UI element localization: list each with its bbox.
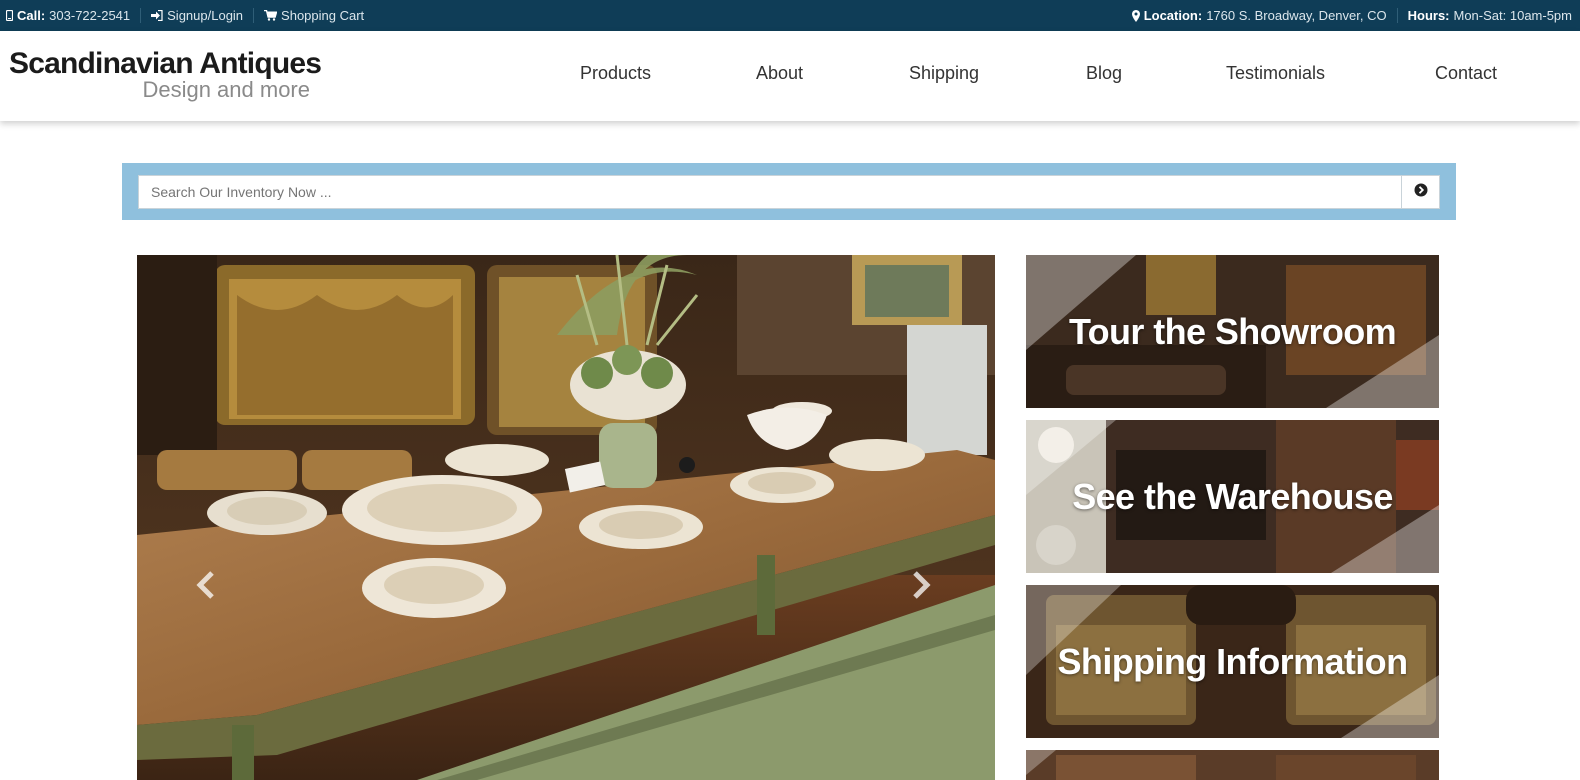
nav-testimonials[interactable]: Testimonials (1226, 63, 1325, 84)
tile-see-warehouse[interactable]: See the Warehouse (1026, 420, 1439, 573)
inventory-search-input[interactable] (138, 175, 1402, 209)
fourth-tile-photo (1026, 750, 1439, 780)
sign-in-icon (151, 10, 163, 21)
location-label: Location: (1143, 8, 1203, 23)
signup-login-link[interactable]: Signup/Login (140, 8, 253, 23)
carousel-next-button[interactable] (906, 565, 936, 605)
logo-tagline: Design and more (142, 77, 310, 102)
nav-contact[interactable]: Contact (1435, 63, 1497, 84)
call-label: Call: (17, 8, 46, 23)
signup-login-label: Signup/Login (167, 8, 244, 23)
main-navigation: Products About Shipping Blog Testimonial… (580, 63, 1580, 93)
location-info: Location: 1760 S. Broadway, Denver, CO (1131, 8, 1397, 23)
chevron-circle-right-icon (1414, 183, 1428, 202)
phone-number: 303-722-2541 (49, 8, 131, 23)
mobile-phone-icon (6, 10, 13, 21)
nav-shipping[interactable]: Shipping (909, 63, 979, 84)
shopping-cart-link[interactable]: Shopping Cart (253, 8, 364, 23)
location-address: 1760 S. Broadway, Denver, CO (1206, 8, 1387, 23)
chevron-left-icon (191, 571, 221, 609)
logo-title: Scandinavian Antiques (9, 47, 322, 80)
top-bar-left: Call: 303-722-2541 Signup/Login Shopping… (6, 8, 364, 23)
tile-label: Shipping Information (1057, 640, 1409, 682)
tile-tour-showroom[interactable]: Tour the Showroom (1026, 255, 1439, 408)
hours-label: Hours: (1407, 8, 1450, 23)
hero-slide-image (137, 255, 995, 780)
call-link[interactable]: Call: 303-722-2541 (6, 8, 140, 23)
tile-label: Tour the Showroom (1068, 310, 1397, 352)
shopping-cart-label: Shopping Cart (281, 8, 365, 23)
nav-about[interactable]: About (756, 63, 803, 84)
tile-label: See the Warehouse (1072, 475, 1393, 517)
nav-products[interactable]: Products (580, 63, 651, 84)
nav-blog[interactable]: Blog (1086, 63, 1122, 84)
hero-carousel (137, 255, 995, 780)
search-band (122, 163, 1456, 220)
top-info-bar: Call: 303-722-2541 Signup/Login Shopping… (0, 0, 1580, 31)
carousel-prev-button[interactable] (191, 565, 221, 605)
site-logo[interactable]: Scandinavian Antiques Design and more (9, 47, 322, 102)
search-submit-button[interactable] (1402, 175, 1440, 209)
hours-value: Mon-Sat: 10am-5pm (1453, 8, 1573, 23)
tile-shipping-information[interactable]: Shipping Information (1026, 585, 1439, 738)
top-bar-right: Location: 1760 S. Broadway, Denver, CO H… (1131, 8, 1573, 23)
shopping-cart-icon (264, 10, 278, 21)
hours-info: Hours: Mon-Sat: 10am-5pm (1396, 8, 1573, 23)
site-header: Scandinavian Antiques Design and more Pr… (0, 31, 1580, 121)
map-marker-icon (1131, 9, 1140, 22)
chevron-right-icon (906, 571, 936, 609)
tile-fourth-partial[interactable] (1026, 750, 1439, 780)
